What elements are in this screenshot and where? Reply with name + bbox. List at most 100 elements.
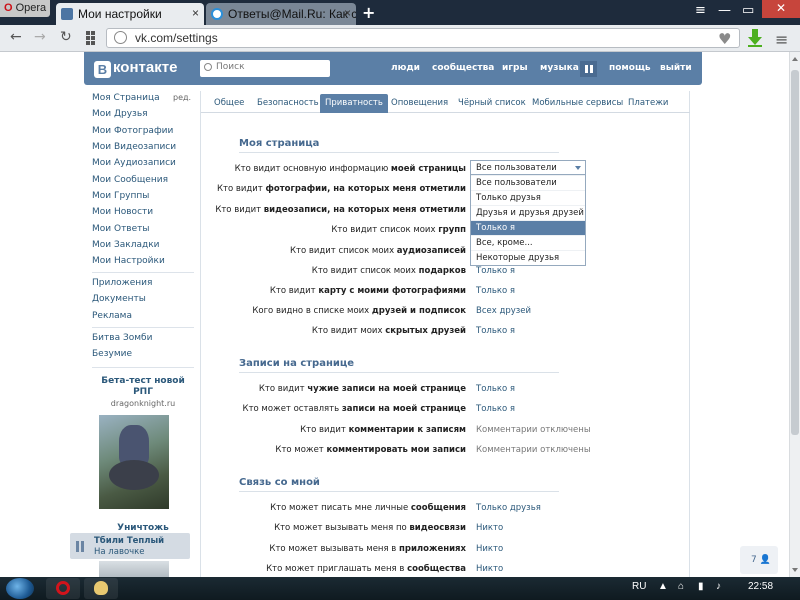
track-title: Тбили Теплый xyxy=(94,536,165,546)
setting-label: Кого видно в списке моих друзей и подпис… xyxy=(252,306,466,316)
reload-icon[interactable]: ↻ xyxy=(60,29,72,45)
left-menu-game-zombie[interactable]: Битва Зомби xyxy=(92,333,152,343)
tray-icon[interactable]: ⌂ xyxy=(678,581,684,592)
online-friends-badge[interactable]: 7 👤 xyxy=(740,546,778,574)
volume-icon[interactable]: ♪ xyxy=(716,581,721,592)
promo-title[interactable]: Бета-тест новой РПГ xyxy=(92,376,194,398)
network-icon[interactable]: ▮ xyxy=(698,581,704,592)
vk-logo[interactable]: Вконтакте xyxy=(94,59,177,78)
left-menu-audio[interactable]: Мои Аудиозаписи xyxy=(92,158,176,168)
promo2-title[interactable]: Уничтожь xyxy=(92,523,194,533)
music-pause-button[interactable] xyxy=(580,61,597,77)
settings-panel: Общее Безопасность Приватность Оповещени… xyxy=(200,91,690,581)
setting-label: Кто видит основную информацию моей стран… xyxy=(234,164,466,174)
nav-communities[interactable]: сообщества xyxy=(432,63,494,73)
taskbar-app[interactable] xyxy=(84,578,118,599)
speed-dial-icon[interactable] xyxy=(86,31,100,45)
browser-toolbar: ← → ↻ vk.com/settings xyxy=(0,25,800,52)
nav-logout[interactable]: выйти xyxy=(660,63,692,73)
left-menu-photos[interactable]: Мои Фотографии xyxy=(92,126,173,136)
keyboard-language[interactable]: RU xyxy=(632,581,646,592)
dropdown-option[interactable]: Некоторые друзья xyxy=(471,250,585,265)
pause-icon[interactable] xyxy=(76,541,86,552)
address-bar[interactable]: vk.com/settings xyxy=(106,28,740,48)
opera-menu-button[interactable]: O Opera xyxy=(0,0,50,17)
taskbar-opera[interactable] xyxy=(46,578,80,599)
left-menu-my-page[interactable]: Моя Страница xyxy=(92,93,160,103)
setting-value[interactable]: Только я xyxy=(476,404,515,414)
setting-value[interactable]: Никто xyxy=(476,523,503,533)
edit-link[interactable]: ред. xyxy=(173,93,191,102)
nav-help[interactable]: помощь xyxy=(609,63,651,73)
tab-title: Мои настройки xyxy=(78,7,162,21)
scroll-down-icon[interactable] xyxy=(792,568,798,572)
dropdown-current[interactable]: Все пользователи xyxy=(470,160,586,175)
left-menu-apps[interactable]: Приложения xyxy=(92,278,152,288)
left-menu-bookmarks[interactable]: Мои Закладки xyxy=(92,240,159,250)
setting-value[interactable]: Никто xyxy=(476,564,503,574)
start-button[interactable] xyxy=(6,578,34,599)
tab-mobile[interactable]: Мобильные сервисы xyxy=(527,94,628,113)
close-tab-icon[interactable]: × xyxy=(192,6,199,20)
nav-games[interactable]: игры xyxy=(502,63,528,73)
tab-security[interactable]: Безопасность xyxy=(252,94,324,113)
tab-privacy[interactable]: Приватность xyxy=(320,94,388,113)
setting-value-gifts[interactable]: Только я xyxy=(476,266,515,276)
dropdown-option[interactable]: Друзья и друзья друзей xyxy=(471,205,585,220)
setting-value-friends-list[interactable]: Всех друзей xyxy=(476,306,531,316)
left-menu-settings[interactable]: Мои Настройки xyxy=(92,256,165,266)
download-icon[interactable] xyxy=(748,29,762,47)
setting-value[interactable]: Никто xyxy=(476,544,503,554)
left-menu-groups[interactable]: Мои Группы xyxy=(92,191,149,201)
window-close-button[interactable]: ✕ xyxy=(762,0,800,18)
restore-icon[interactable]: ▭ xyxy=(742,3,754,18)
dropdown-option[interactable]: Только друзья xyxy=(471,190,585,205)
setting-label: Кто видит карту с моими фотографиями xyxy=(269,286,466,296)
scroll-up-icon[interactable] xyxy=(792,57,798,61)
dropdown-option-highlighted[interactable]: Только я xyxy=(471,220,585,235)
setting-value-hidden-friends[interactable]: Только я xyxy=(476,326,515,336)
left-menu-friends[interactable]: Мои Друзья xyxy=(92,109,148,119)
bookmark-heart-icon[interactable]: ♥ xyxy=(718,30,731,48)
tab-mail-answers[interactable]: Ответы@Mail.Ru: Как скр × xyxy=(206,3,356,25)
scroll-thumb[interactable] xyxy=(791,70,799,435)
setting-value[interactable]: Только друзья xyxy=(476,503,541,513)
dropdown-option[interactable]: Все, кроме... xyxy=(471,235,585,250)
privacy-dropdown[interactable]: Все пользователи Все пользователи Только… xyxy=(470,160,586,266)
new-tab-button[interactable]: + xyxy=(362,3,375,22)
divider xyxy=(92,327,194,328)
setting-value-photo-map[interactable]: Только я xyxy=(476,286,515,296)
setting-value[interactable]: Только я xyxy=(476,384,515,394)
divider xyxy=(92,272,194,273)
left-menu-answers[interactable]: Мои Ответы xyxy=(92,224,150,234)
close-tab-icon[interactable]: × xyxy=(344,6,351,20)
tab-notifications[interactable]: Оповещения xyxy=(386,94,453,113)
person-icon: 👤 xyxy=(759,555,771,565)
back-icon[interactable]: ← xyxy=(10,29,22,45)
minimize-icon[interactable]: — xyxy=(718,3,731,18)
browser-menu-icon[interactable]: ≡ xyxy=(775,30,788,49)
setting-label: Кто может вызывать меня в приложениях xyxy=(269,544,466,554)
left-menu-game-madness[interactable]: Безумие xyxy=(92,349,132,359)
tab-blacklist[interactable]: Чёрный список xyxy=(453,94,531,113)
page-scrollbar[interactable] xyxy=(789,52,800,577)
tray-arrow-icon[interactable]: ▲ xyxy=(658,581,668,592)
promo-image[interactable] xyxy=(99,415,169,509)
tab-settings[interactable]: Мои настройки × xyxy=(56,3,204,25)
tabs-menu-icon[interactable]: ≡ xyxy=(695,3,706,18)
tab-general[interactable]: Общее xyxy=(209,94,249,113)
audio-mini-player[interactable]: Тбили Теплый На лавочке xyxy=(70,533,190,559)
forward-icon[interactable]: → xyxy=(34,29,46,45)
left-menu-ads[interactable]: Реклама xyxy=(92,311,132,321)
left-menu-news[interactable]: Мои Новости xyxy=(92,207,153,217)
nav-people[interactable]: люди xyxy=(391,63,420,73)
nav-music[interactable]: музыка xyxy=(540,63,579,73)
clock[interactable]: 22:58 xyxy=(748,581,773,592)
search-input[interactable]: Поиск xyxy=(200,60,330,77)
app-icon xyxy=(94,581,108,595)
tab-payments[interactable]: Платежи xyxy=(623,94,673,113)
dropdown-option[interactable]: Все пользователи xyxy=(471,175,585,190)
left-menu-messages[interactable]: Мои Сообщения xyxy=(92,175,168,185)
left-menu-videos[interactable]: Мои Видеозаписи xyxy=(92,142,176,152)
left-menu-documents[interactable]: Документы xyxy=(92,294,146,304)
